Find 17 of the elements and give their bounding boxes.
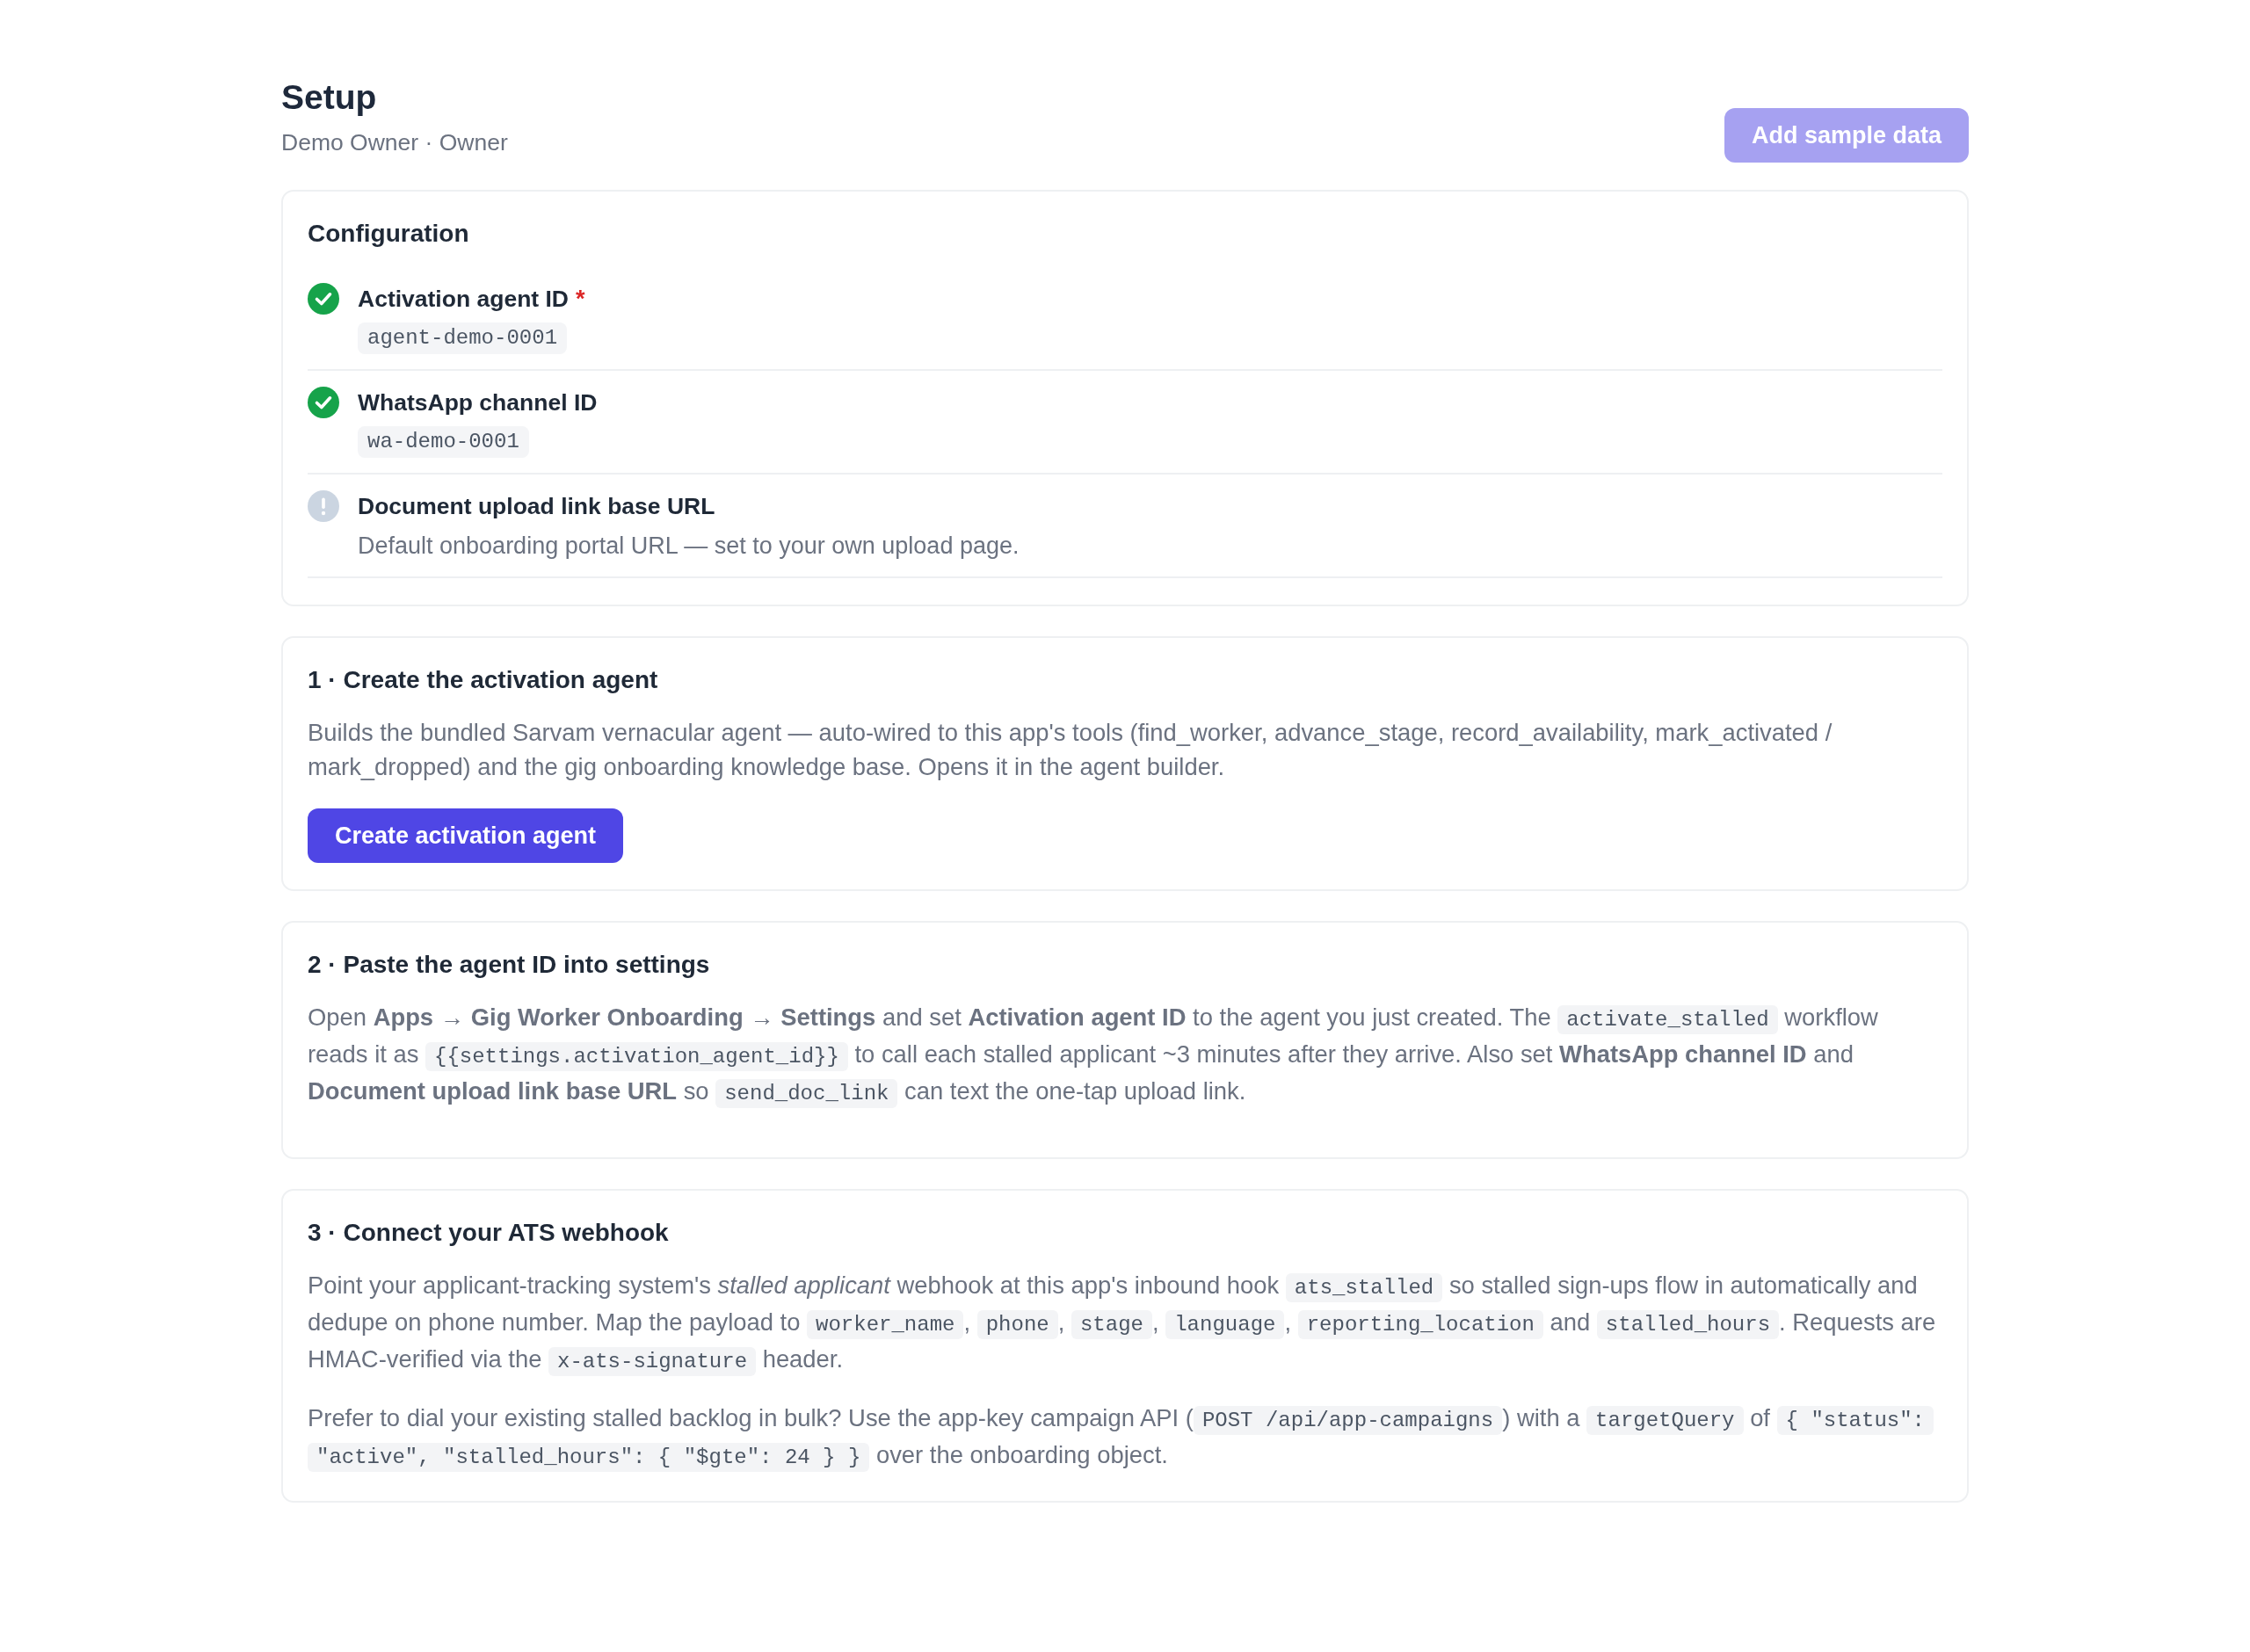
page-subtitle: Demo Owner · Owner — [281, 128, 508, 157]
step-paragraph: Builds the bundled Sarvam vernacular agent — auto-wired to this app's tools (find_worker, advance_stage, record_availability, mark_activated / mark_dropped) and the gig onboarding knowledge base. Opens it in the agent builder. — [308, 718, 1833, 782]
setting-value: agent-demo-0001 — [358, 322, 568, 354]
step-title: 1 · Create the activation agent — [308, 665, 659, 695]
setting-label: Activation agent ID — [358, 285, 569, 314]
setting-label: WhatsApp channel ID — [358, 388, 598, 417]
create-agent-button[interactable]: Create activation agent — [308, 808, 624, 863]
required-marker: * — [576, 285, 585, 314]
step-title: 3 · Connect your ATS webhook — [308, 1218, 670, 1248]
setting-value: wa-demo-0001 — [358, 426, 529, 458]
page-title: Setup — [281, 77, 378, 118]
step-paragraph: Open Apps → Gig Worker Onboarding → Settings and set Activation agent ID to the agent you just created. The activate_stalled workflow reads it as {{settings.activation_agent_id}} to call each stalled applicant ~3 minutes after they arrive. Also set WhatsApp channel ID and Document upload link base URL so send_doc_link can text the one-tap upload link. — [308, 1000, 1942, 1111]
step-paragraph: Point your applicant-tracking system's stalled applicant webhook at this app's inbound hook ats_stalled so stalled sign-ups flow in automatically and dedupe on phone number. Map the payload to worker_name , phone , stage , language , reporting_location and stalled_hours . Requests are HMAC-verified via the x-ats-signature header. — [308, 1268, 1942, 1379]
setting-description: Default onboarding portal URL — set to your own upload page. — [358, 532, 1020, 561]
step-title: 2 · Paste the agent ID into settings — [308, 950, 711, 980]
setting-label: Document upload link base URL — [358, 492, 715, 521]
card-title: Configuration — [308, 219, 470, 249]
